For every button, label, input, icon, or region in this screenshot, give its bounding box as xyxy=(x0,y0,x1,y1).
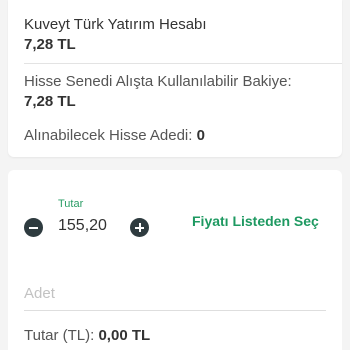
purchasable-shares: Alınabilecek Hisse Adedi: 0 xyxy=(24,127,205,144)
pick-price-from-list-link[interactable]: Fiyatı Listeden Seç xyxy=(192,213,319,229)
purchasable-shares-label: Alınabilecek Hisse Adedi: xyxy=(24,127,193,144)
available-balance-value: 7,28 TL xyxy=(24,93,76,110)
purchasable-shares-value: 0 xyxy=(196,127,205,144)
available-balance-label: Hisse Senedi Alışta Kullanılabilir Bakiy… xyxy=(24,73,292,90)
order-total-label: Tutar (TL): xyxy=(24,327,95,344)
order-total-value: 0,00 TL xyxy=(98,327,151,344)
increment-button[interactable] xyxy=(130,218,149,237)
buy-order-screen: Kuveyt Türk Yatırım Hesabı 7,28 TL Hisse… xyxy=(0,0,350,350)
price-stepper-value[interactable]: 155,20 xyxy=(58,217,107,235)
order-form-card: Tutar 155,20 Fiyatı Listeden Seç Tutar (… xyxy=(8,170,342,350)
quantity-input[interactable] xyxy=(24,276,326,311)
price-stepper-caption: Tutar xyxy=(58,198,84,210)
decrement-button[interactable] xyxy=(24,218,43,237)
divider xyxy=(24,63,342,64)
account-info-card: Kuveyt Türk Yatırım Hesabı 7,28 TL Hisse… xyxy=(8,0,342,157)
account-name: Kuveyt Türk Yatırım Hesabı xyxy=(24,16,207,33)
order-total: Tutar (TL): 0,00 TL xyxy=(24,327,150,344)
account-balance: 7,28 TL xyxy=(24,36,76,53)
